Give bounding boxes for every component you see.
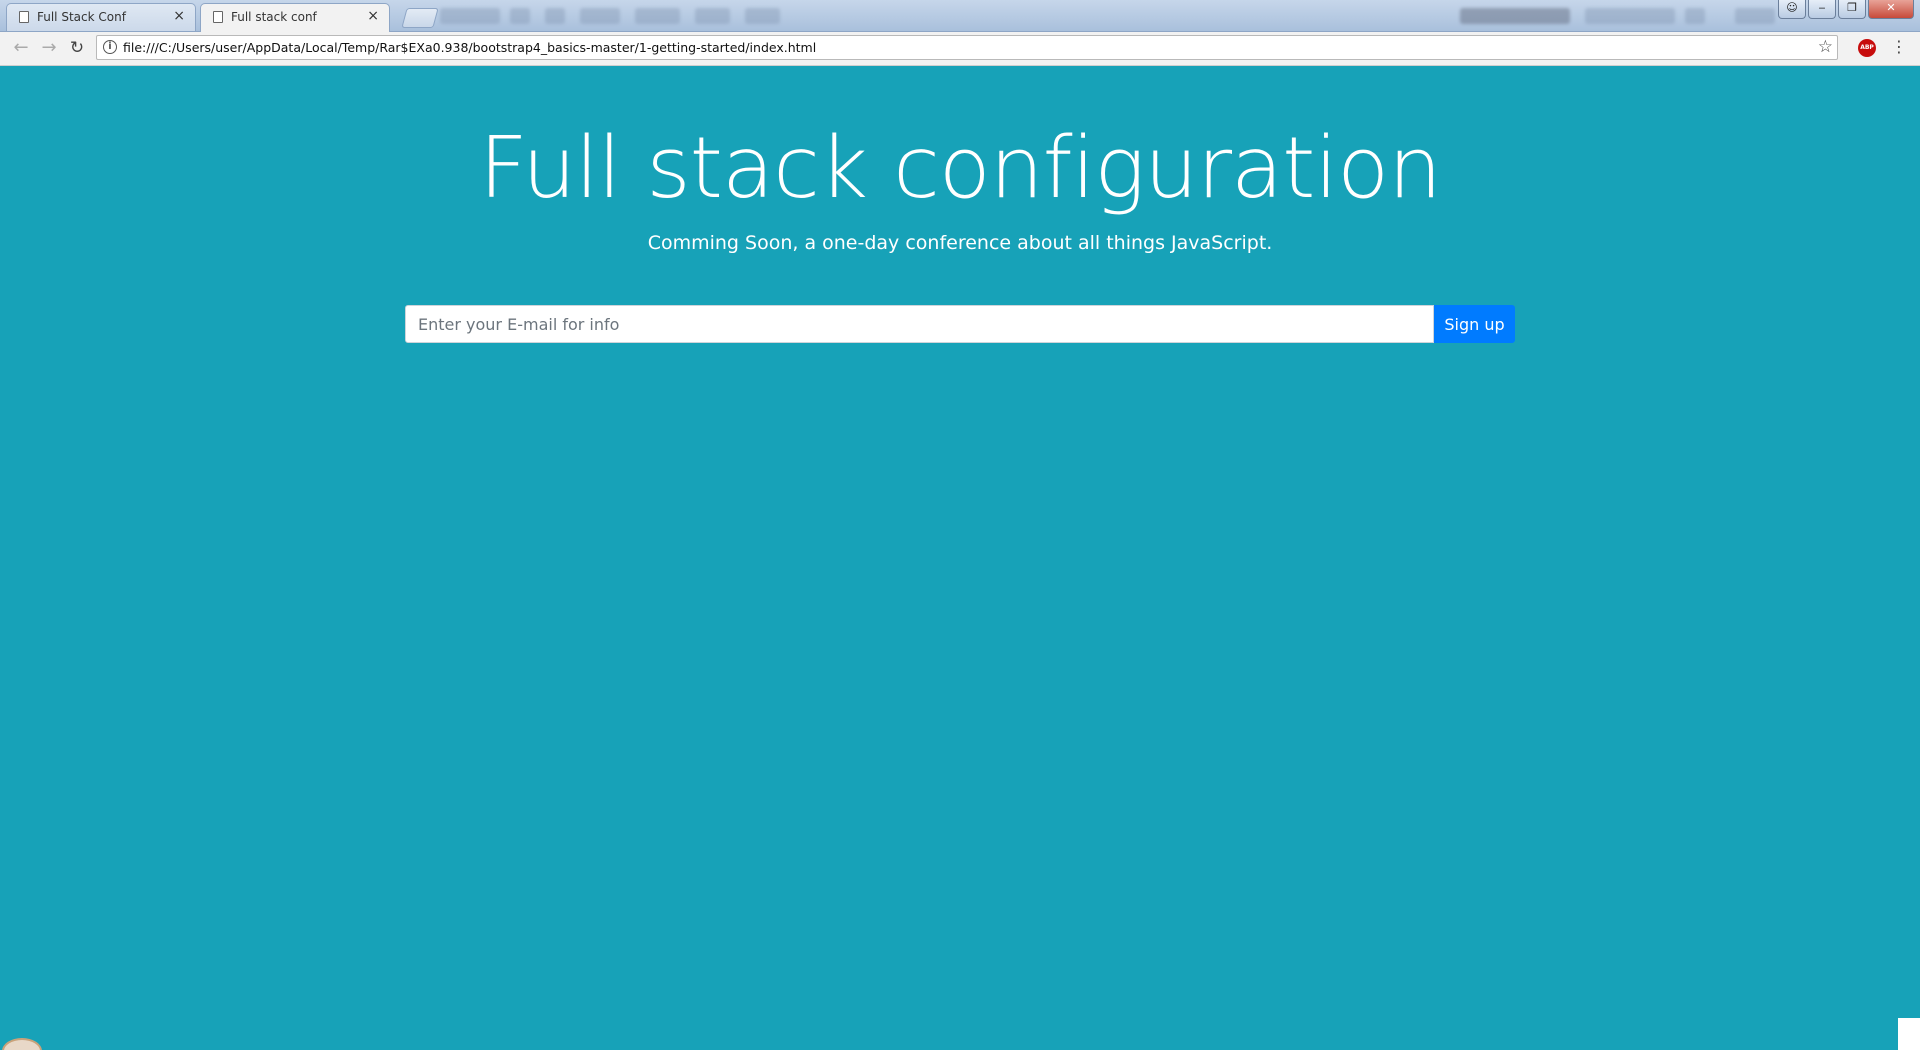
scroll-corner xyxy=(1898,1018,1920,1050)
new-tab-button[interactable] xyxy=(401,8,439,28)
close-window-button[interactable]: ✕ xyxy=(1868,0,1914,19)
page-icon xyxy=(19,11,29,23)
back-arrow-icon[interactable]: ← xyxy=(9,37,33,61)
signup-button[interactable]: Sign up xyxy=(1434,305,1515,343)
close-icon[interactable]: × xyxy=(173,8,185,24)
tab-title: Full Stack Conf xyxy=(37,10,126,24)
close-icon[interactable]: × xyxy=(367,8,379,24)
page-title: Full stack configuration xyxy=(479,119,1442,218)
signup-form: Sign up xyxy=(405,305,1515,343)
blurred-toolbar-item xyxy=(580,8,620,24)
blurred-toolbar-item xyxy=(545,8,565,24)
page-subtitle: Comming Soon, a one-day conference about… xyxy=(647,232,1273,254)
blurred-toolbar-item xyxy=(1685,8,1705,24)
blurred-toolbar-item xyxy=(745,8,780,24)
blurred-toolbar-item xyxy=(510,8,530,24)
blurred-toolbar-item xyxy=(635,8,680,24)
adblock-icon[interactable]: ABP xyxy=(1858,39,1876,57)
profile-icon[interactable]: ☺ xyxy=(1778,0,1806,19)
address-bar[interactable]: i file:///C:/Users/user/AppData/Local/Te… xyxy=(96,35,1838,60)
page-content: Full stack configuration Comming Soon, a… xyxy=(0,66,1920,1050)
star-icon[interactable]: ☆ xyxy=(1818,37,1833,57)
tab-strip: Full Stack Conf × Full stack conf × ☺ ‒ … xyxy=(0,0,1920,32)
avatar xyxy=(2,1038,42,1050)
tab-full-stack-conf-2[interactable]: Full stack conf × xyxy=(200,3,390,32)
tab-full-stack-conf-1[interactable]: Full Stack Conf × xyxy=(6,3,196,31)
restore-button[interactable]: ❐ xyxy=(1838,0,1866,19)
browser-window: Full Stack Conf × Full stack conf × ☺ ‒ … xyxy=(0,0,1920,1050)
forward-arrow-icon[interactable]: → xyxy=(37,37,61,61)
info-icon[interactable]: i xyxy=(103,40,117,54)
blurred-toolbar-item xyxy=(1585,8,1675,24)
tab-title: Full stack conf xyxy=(231,10,317,24)
blurred-toolbar-item xyxy=(1735,8,1775,24)
minimize-button[interactable]: ‒ xyxy=(1808,0,1836,19)
window-controls: ☺ ‒ ❐ ✕ xyxy=(1778,0,1914,20)
browser-toolbar: ← → ↻ i file:///C:/Users/user/AppData/Lo… xyxy=(0,32,1920,66)
blurred-toolbar-item xyxy=(1460,8,1570,24)
blurred-toolbar-item xyxy=(440,8,500,24)
page-icon xyxy=(213,11,223,23)
email-input[interactable] xyxy=(405,305,1434,343)
reload-icon[interactable]: ↻ xyxy=(65,37,89,61)
menu-icon[interactable]: ⋮ xyxy=(1891,37,1907,57)
url-text[interactable]: file:///C:/Users/user/AppData/Local/Temp… xyxy=(123,40,816,55)
blurred-toolbar-item xyxy=(695,8,730,24)
